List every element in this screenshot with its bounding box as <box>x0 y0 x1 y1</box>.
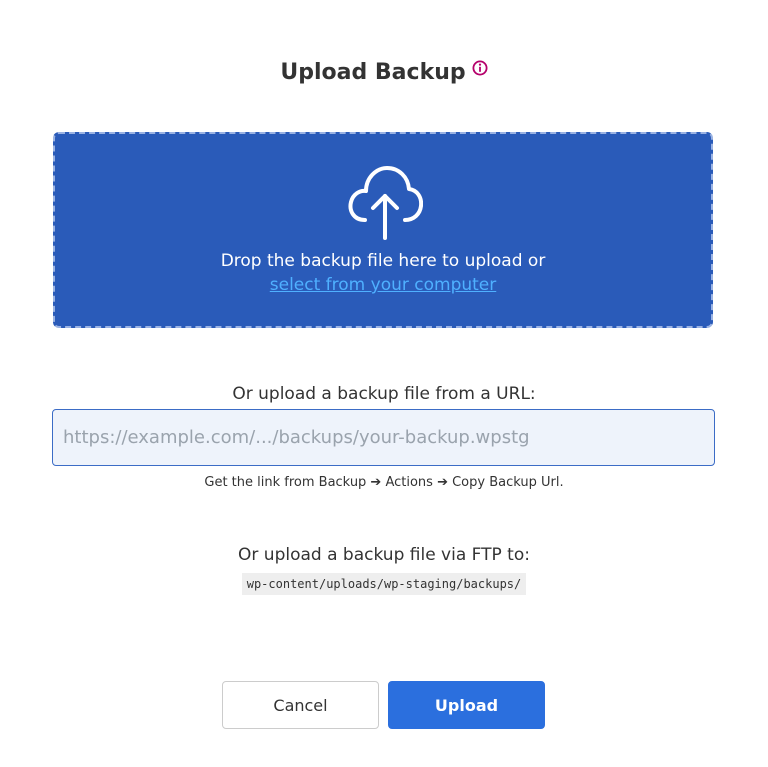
ftp-upload-label: Or upload a backup file via FTP to: <box>238 545 530 565</box>
ftp-path-row: wp-content/uploads/wp-staging/backups/ <box>0 573 768 595</box>
backup-url-input[interactable] <box>52 409 715 466</box>
dialog-title: Upload Backup <box>280 60 466 85</box>
select-from-computer-link[interactable]: select from your computer <box>55 274 711 296</box>
url-hint-text: Get the link from Backup ➔ Actions ➔ Cop… <box>204 475 564 490</box>
cancel-button[interactable]: Cancel <box>222 681 379 729</box>
dropzone-text: Drop the backup file here to upload or <box>220 251 546 271</box>
upload-backup-dialog: Upload Backup Drop the backup file here … <box>0 0 768 767</box>
cloud-upload-icon <box>348 166 423 240</box>
ftp-path: wp-content/uploads/wp-staging/backups/ <box>241 573 527 595</box>
dialog-title-row: Upload Backup <box>0 58 768 88</box>
url-upload-label: Or upload a backup file from a URL: <box>232 384 536 404</box>
info-circle-icon[interactable] <box>472 60 488 76</box>
upload-button[interactable]: Upload <box>388 681 545 729</box>
file-dropzone[interactable]: Drop the backup file here to upload or s… <box>53 132 713 328</box>
